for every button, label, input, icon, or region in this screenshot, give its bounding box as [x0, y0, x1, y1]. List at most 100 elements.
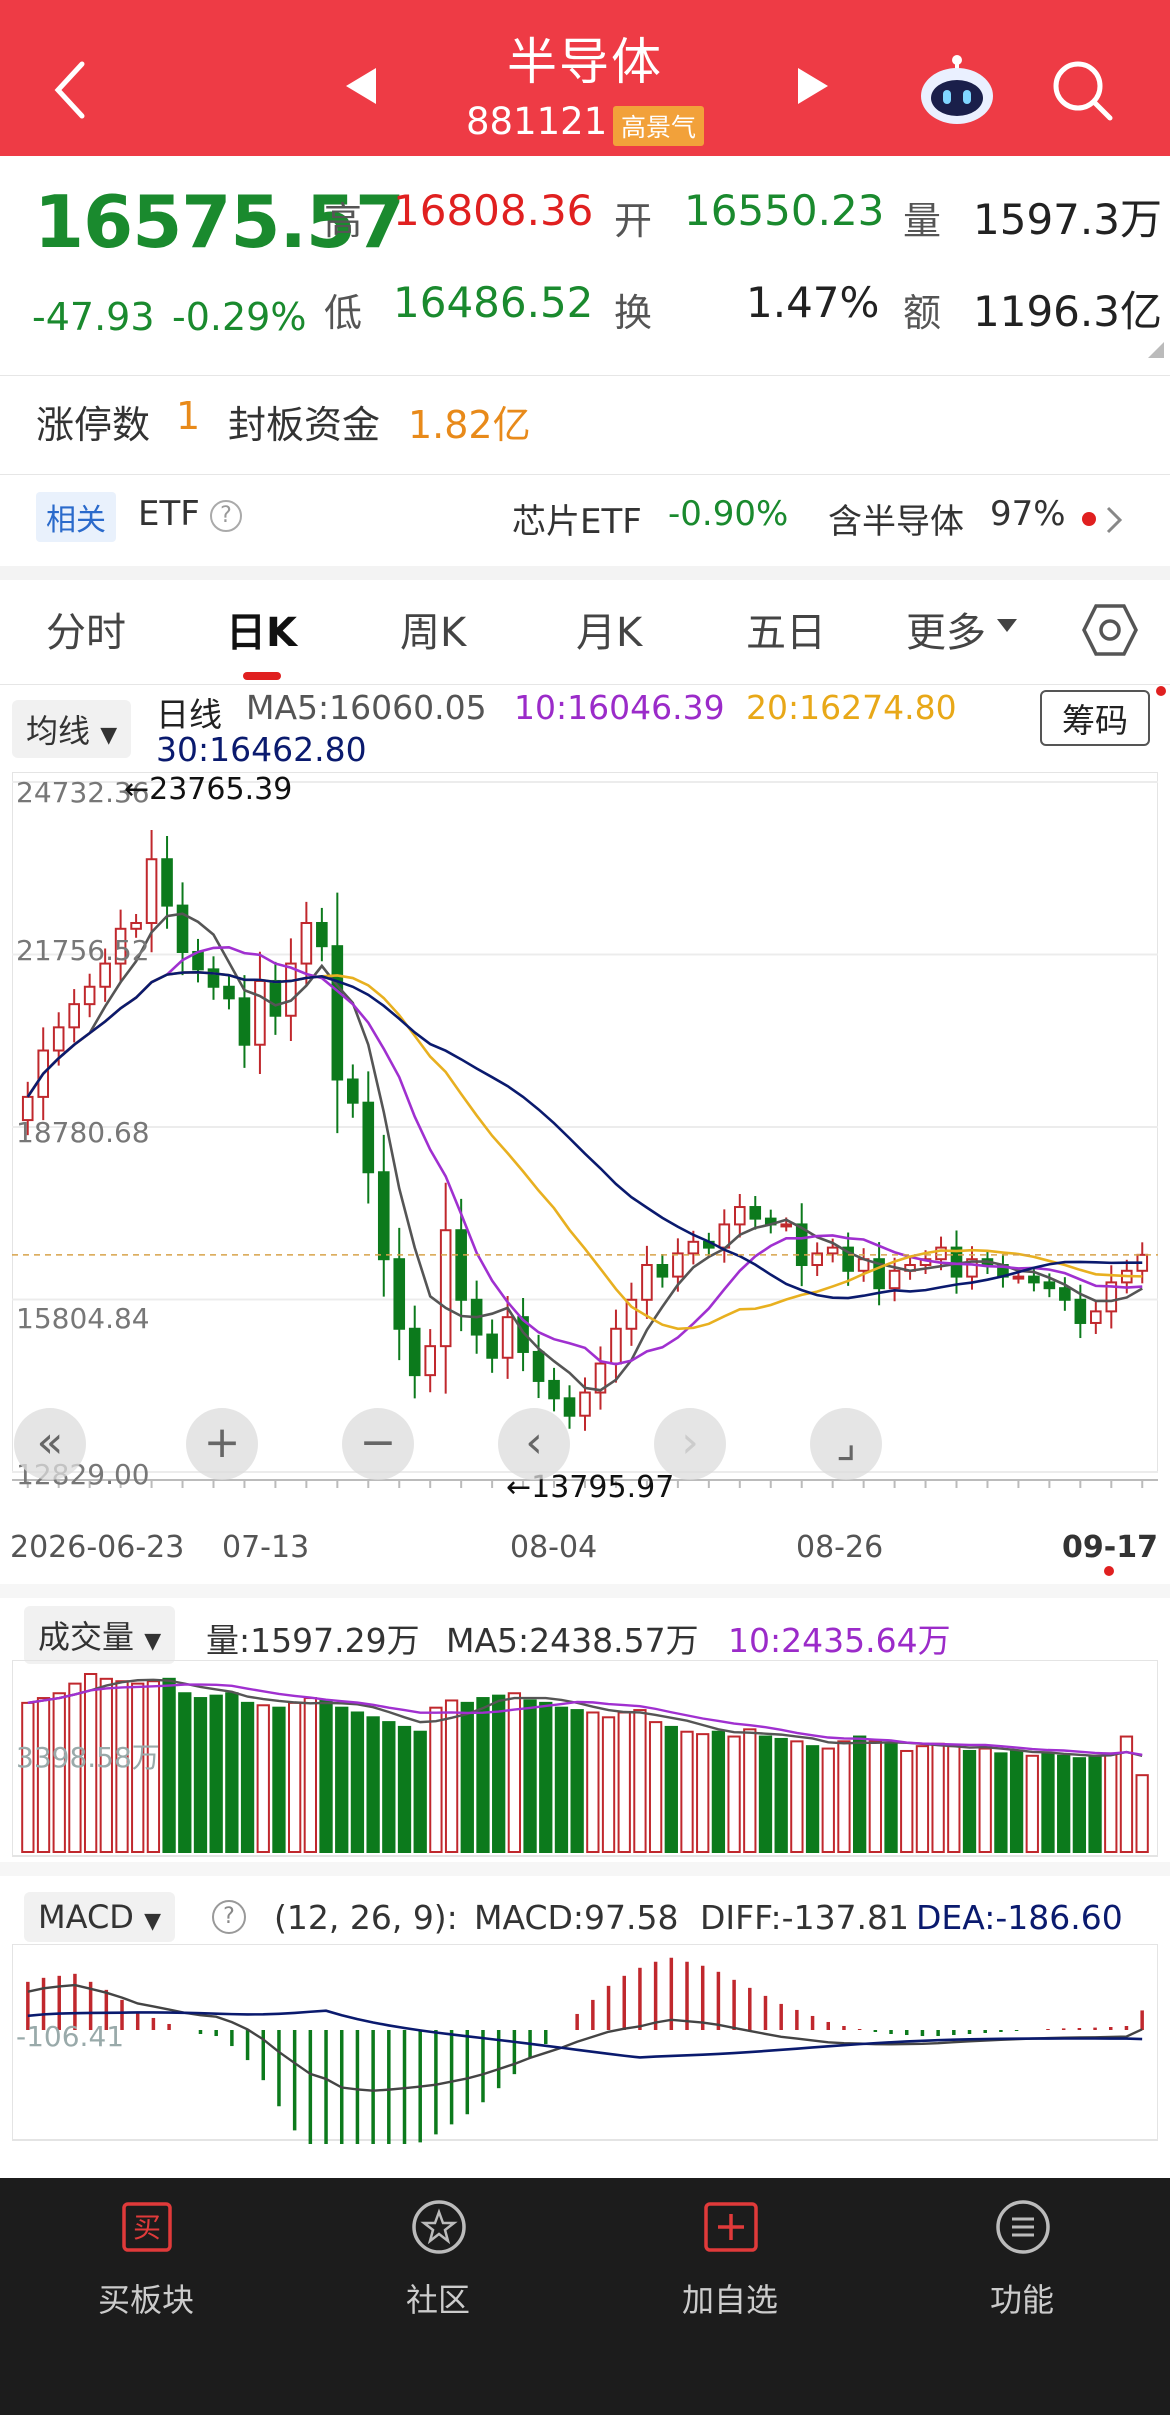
volume-bar — [209, 1694, 223, 1853]
volume-bar — [1072, 1757, 1087, 1853]
volume-bar — [978, 1747, 992, 1853]
tab-monthly-k[interactable]: 月K — [576, 600, 642, 658]
svg-text:买: 买 — [133, 2211, 161, 2244]
volume-bar — [868, 1740, 882, 1853]
scroll-left-fast-icon[interactable]: « — [14, 1408, 86, 1480]
candle — [99, 962, 111, 988]
volume-selector[interactable]: 成交量 ▼ — [24, 1606, 176, 1664]
ma-selector[interactable]: 均线 ▼ — [12, 700, 132, 758]
volume-bar — [225, 1692, 239, 1854]
volume-selector-label: 成交量 — [38, 1618, 135, 1656]
etf-name[interactable]: 芯片ETF — [512, 494, 642, 543]
scroll-right-icon[interactable]: › — [654, 1408, 726, 1480]
volume-bar — [1009, 1749, 1024, 1853]
volume-bar — [915, 1745, 930, 1853]
prev-stock-icon[interactable] — [342, 66, 378, 106]
contain-label: 含半导体 — [828, 502, 964, 542]
candle — [331, 945, 344, 1081]
volume-bar — [366, 1716, 380, 1853]
tab-daily-k[interactable]: 日K — [226, 600, 297, 658]
chips-button[interactable]: 筹码 — [1040, 690, 1150, 746]
volume-bar — [774, 1737, 788, 1853]
tab-intraday[interactable]: 分时 — [46, 600, 126, 658]
volume-bar — [570, 1709, 584, 1853]
candle — [563, 1397, 576, 1417]
related-tag: 相关 — [36, 492, 116, 542]
candle — [1090, 1310, 1102, 1324]
candle — [733, 1206, 746, 1226]
volume-bar — [507, 1692, 522, 1854]
robot-assistant-icon[interactable] — [917, 50, 997, 130]
volume-bar — [884, 1742, 898, 1853]
open-label: 开 — [614, 199, 653, 243]
volume-bar — [727, 1735, 741, 1853]
volume-bar — [1088, 1754, 1102, 1853]
zoom-in-icon[interactable]: + — [186, 1408, 258, 1480]
next-stock-icon[interactable] — [796, 66, 832, 106]
section-gap — [0, 1862, 1170, 1876]
plot-frame — [12, 772, 1158, 1473]
candle — [439, 1229, 452, 1348]
seal-fund-value: 1.82亿 — [408, 403, 531, 447]
x-tick: 07-13 — [222, 1530, 310, 1565]
candle — [238, 997, 251, 1046]
settings-icon[interactable] — [1082, 602, 1138, 658]
candle — [1043, 1281, 1056, 1290]
volume-bar — [1135, 1774, 1149, 1853]
etf-label[interactable]: ETF — [138, 494, 200, 534]
section-gap — [0, 566, 1170, 580]
open-value: 16550.23 — [684, 186, 885, 235]
candle — [532, 1350, 545, 1382]
volume-bar — [947, 1745, 961, 1853]
x-tick: 09-17 — [1062, 1530, 1158, 1565]
help-icon[interactable]: ? — [212, 1900, 246, 1934]
tab-weekly-k[interactable]: 周K — [400, 600, 466, 658]
candle — [1074, 1298, 1087, 1324]
tab-five-day[interactable]: 五日 — [746, 600, 826, 658]
volume-bar — [1104, 1752, 1118, 1853]
volume-bar — [319, 1699, 333, 1854]
volume-bar — [272, 1706, 286, 1853]
price-change: -47.93 — [32, 295, 155, 339]
volume-bar — [523, 1699, 537, 1854]
dea-line — [27, 2009, 1143, 2059]
volume-bar — [1041, 1752, 1055, 1853]
status-badge: 高景气 — [613, 106, 705, 146]
volume-bar — [853, 1735, 867, 1853]
volume-bar — [350, 1711, 365, 1854]
candle — [269, 979, 282, 1017]
dropdown-icon[interactable] — [996, 618, 1018, 634]
volume-bar — [790, 1740, 804, 1853]
ma10-line — [26, 946, 1143, 1366]
help-icon[interactable]: ? — [210, 500, 242, 532]
high-label: 高 — [324, 199, 363, 243]
volume-bar — [460, 1701, 474, 1853]
volume-bar — [931, 1742, 945, 1853]
candle — [672, 1252, 684, 1278]
limit-up-count: 1 — [176, 394, 201, 438]
volume-bar — [648, 1721, 663, 1853]
zoom-out-icon[interactable]: − — [342, 1408, 414, 1480]
fullscreen-icon[interactable]: ⌟ — [810, 1408, 882, 1480]
candle — [888, 1269, 901, 1290]
chevron-right-icon[interactable] — [1104, 504, 1124, 536]
macd-chart — [12, 1944, 1158, 2144]
candle — [316, 921, 328, 948]
app-header: 半导体 881121 高景气 — [0, 0, 1170, 156]
volume-bar — [586, 1711, 600, 1854]
volume-bar — [444, 1699, 459, 1854]
volume-legend: 量:1597.29万 — [206, 1621, 420, 1660]
kline-chart[interactable] — [12, 772, 1158, 1508]
search-icon[interactable] — [1050, 58, 1116, 124]
turnover-value: 1.47% — [746, 278, 880, 327]
ma5-legend: MA5:16060.05 — [246, 688, 487, 727]
diff-line — [27, 1983, 1143, 2092]
scroll-left-icon[interactable]: ‹ — [498, 1408, 570, 1480]
seal-fund-label: 封板资金 — [228, 403, 381, 447]
volume-bar — [994, 1752, 1008, 1853]
red-dot-icon — [1082, 512, 1096, 526]
candle — [285, 962, 297, 1017]
tab-more[interactable]: 更多 — [906, 600, 986, 658]
candle — [486, 1333, 498, 1359]
macd-selector[interactable]: MACD ▼ — [24, 1892, 176, 1942]
